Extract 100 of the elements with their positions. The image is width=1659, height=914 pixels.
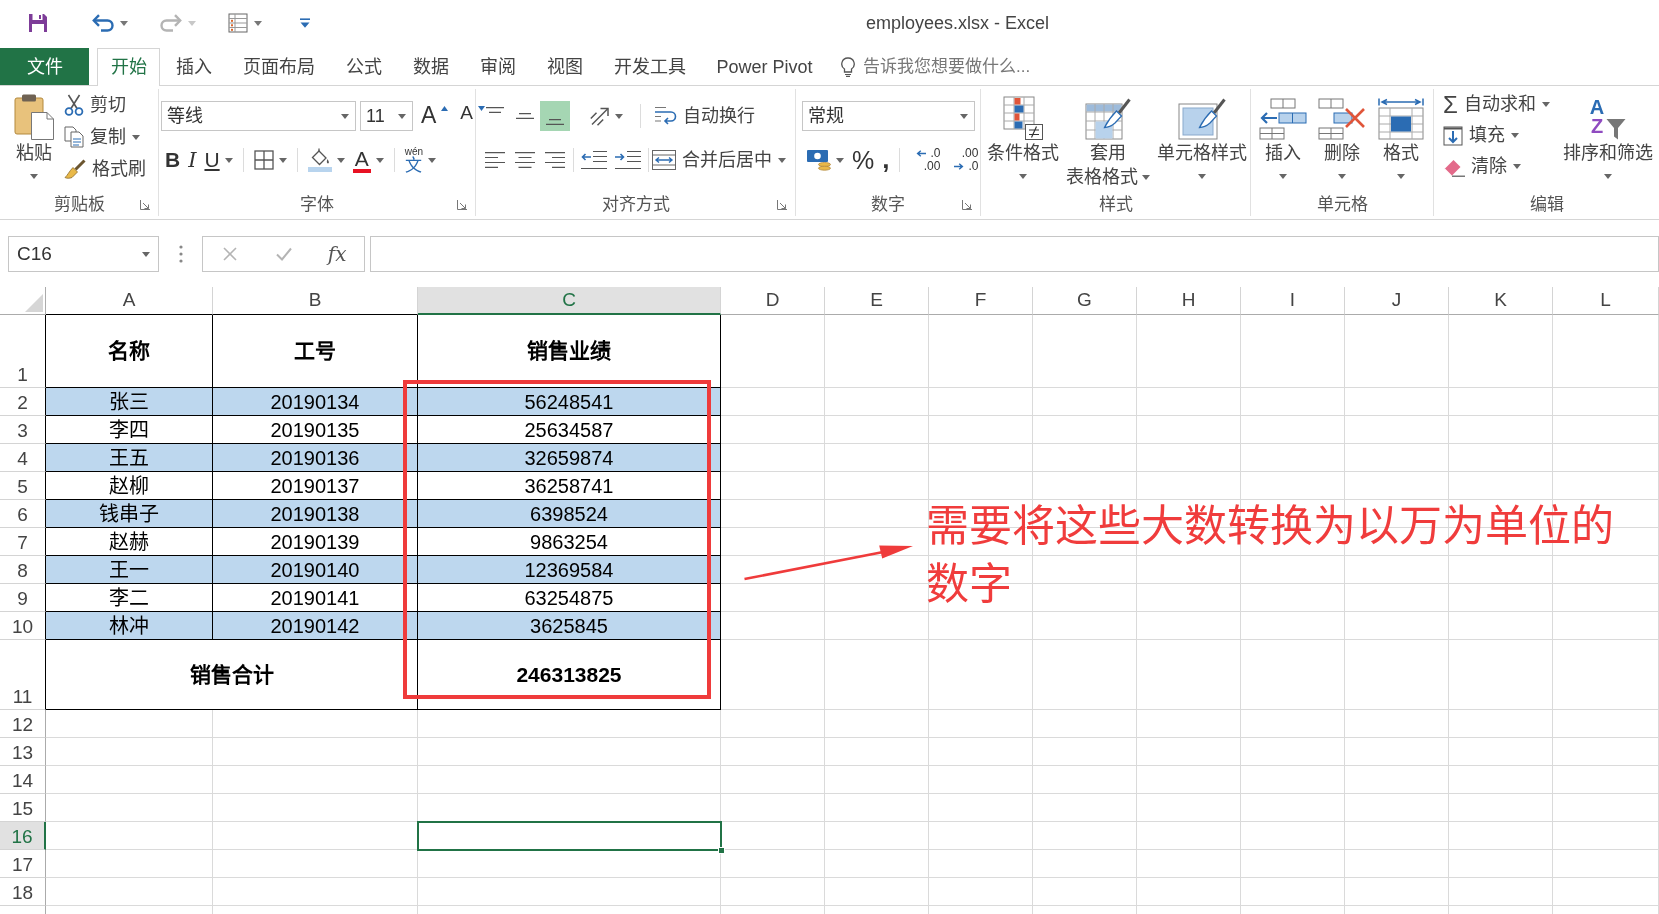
phonetic-button[interactable]: wén 文	[400, 146, 440, 174]
ribbon-tab[interactable]: Power Pivot	[701, 48, 829, 85]
row-header[interactable]: 6	[0, 500, 46, 528]
sort-filter-button[interactable]: A Z 排序和筛选	[1561, 89, 1655, 179]
row-header[interactable]: 10	[0, 612, 46, 640]
column-header[interactable]: A	[46, 287, 213, 315]
increase-decimal-button[interactable]: .0 .00	[906, 146, 945, 174]
caret-icon	[398, 113, 406, 119]
align-center-icon	[515, 152, 535, 168]
row-header[interactable]: 9	[0, 584, 46, 612]
table-cell: 25634587	[418, 416, 721, 444]
table-cell: 56248541	[418, 388, 721, 416]
ribbon-tab[interactable]: 审阅	[464, 48, 531, 85]
column-header[interactable]: B	[213, 287, 418, 315]
pages-icon	[64, 126, 84, 148]
row-header[interactable]: 3	[0, 416, 46, 444]
font-name-field[interactable]: 等线	[161, 101, 356, 131]
table-cell: 王五	[46, 444, 213, 472]
table-cell: 63254875	[418, 584, 721, 612]
row-header[interactable]: 4	[0, 444, 46, 472]
table-cell: 20190141	[213, 584, 418, 612]
ribbon-tab[interactable]: 视图	[531, 48, 598, 85]
table-cell: 36258741	[418, 472, 721, 500]
ribbon-tab[interactable]: 数据	[397, 48, 464, 85]
align-bottom-button[interactable]	[540, 101, 570, 131]
group-label: 编辑	[1529, 194, 1564, 216]
formula-input[interactable]	[370, 236, 1659, 272]
launcher-icon[interactable]	[140, 199, 150, 210]
launcher-icon[interactable]	[457, 199, 467, 210]
launcher-icon[interactable]	[777, 199, 787, 210]
column-heading: 工号	[213, 315, 418, 388]
underline-button[interactable]: U	[200, 146, 237, 174]
cell-styles-button[interactable]: 单元格样式	[1155, 89, 1249, 179]
table-cell: 20190134	[213, 388, 418, 416]
fill-handle[interactable]	[718, 847, 725, 854]
table-cell: 20190140	[213, 556, 418, 584]
row-header[interactable]: 2	[0, 388, 46, 416]
decrease-decimal-button[interactable]: .00 .0	[944, 146, 983, 174]
file-tab[interactable]: 文件	[0, 48, 89, 85]
table-cell: 张三	[46, 388, 213, 416]
group-label: 剪贴板	[53, 194, 105, 216]
arrow-left-icon	[916, 150, 927, 158]
launcher-icon[interactable]	[962, 199, 972, 210]
table-cell: 王一	[46, 556, 213, 584]
ribbon-tab[interactable]: 公式	[330, 48, 397, 85]
wrap-text-button[interactable]: 自动换行	[654, 101, 755, 131]
function-button[interactable]: fx	[310, 237, 364, 271]
column-heading: 销售业绩	[418, 315, 721, 388]
cut-button[interactable]: 剪切	[64, 89, 146, 121]
down-arrow-box-icon	[1443, 125, 1463, 146]
table-cell: 20190136	[213, 444, 418, 472]
caret-icon	[142, 251, 150, 257]
ribbon-tab[interactable]: 开始	[97, 48, 160, 86]
copy-button[interactable]: 复制	[64, 121, 146, 153]
format-painter-button[interactable]: 格式刷	[64, 153, 146, 185]
name-box[interactable]: C16	[8, 236, 159, 272]
table-cell: 6398524	[418, 500, 721, 528]
wrap-text-icon	[654, 106, 677, 126]
group-label: 字体	[300, 194, 334, 216]
autosum-button[interactable]: Σ 自动求和	[1443, 89, 1550, 120]
tell-me-field[interactable]: 告诉我您想要做什么...	[863, 53, 1104, 80]
vertical-dots-icon[interactable]	[179, 245, 183, 263]
row-header[interactable]: 11	[0, 640, 46, 710]
ribbon-tab[interactable]: 页面布局	[227, 48, 330, 85]
comma-button[interactable]: ,	[878, 146, 894, 174]
table-cell: 20190139	[213, 528, 418, 556]
grow-font-button[interactable]: A	[417, 102, 453, 130]
table-cell: 李四	[46, 416, 213, 444]
row-header[interactable]: 8	[0, 556, 46, 584]
delete-button[interactable]: 删除	[1316, 89, 1368, 179]
row-header[interactable]: 7	[0, 528, 46, 556]
paste-button[interactable]: 粘贴	[12, 89, 56, 179]
row-header[interactable]: 16	[0, 822, 46, 850]
group-label: 样式	[1098, 194, 1133, 216]
percent-button[interactable]: %	[848, 146, 879, 174]
table-cell: 赵柳	[46, 472, 213, 500]
merge-cells-icon	[652, 150, 676, 170]
column-header[interactable]: C	[418, 287, 721, 315]
scissors-icon	[64, 94, 84, 116]
shrink-font-button[interactable]: A	[456, 102, 490, 130]
number-format-field[interactable]: 常规	[802, 101, 975, 131]
ribbon-tab[interactable]: 开发工具	[598, 48, 701, 85]
arrow-right-icon	[954, 162, 965, 170]
bar-grid-icon	[1003, 96, 1043, 140]
conditional-format-button[interactable]: 条件格式	[985, 89, 1061, 179]
fill-button[interactable]: 填充	[1443, 120, 1550, 151]
insert-button[interactable]: 插入	[1257, 89, 1309, 179]
caret-icon	[960, 113, 968, 119]
row-header[interactable]: 5	[0, 472, 46, 500]
bold-button[interactable]: B	[161, 146, 185, 174]
italic-button[interactable]: I	[184, 146, 201, 174]
merge-center-button[interactable]: 合并后居中	[652, 145, 786, 175]
format-button[interactable]: 格式	[1375, 89, 1427, 179]
row-header[interactable]: 1	[0, 315, 46, 388]
clear-button[interactable]: 清除	[1443, 151, 1550, 182]
diagonal-arrow-icon	[590, 106, 610, 126]
font-color-button[interactable]: A	[348, 146, 388, 174]
table-format-button[interactable]: 套用 表格格式	[1064, 89, 1152, 188]
ribbon-tab[interactable]: 插入	[160, 48, 227, 85]
font-size-field[interactable]: 11	[360, 101, 413, 131]
